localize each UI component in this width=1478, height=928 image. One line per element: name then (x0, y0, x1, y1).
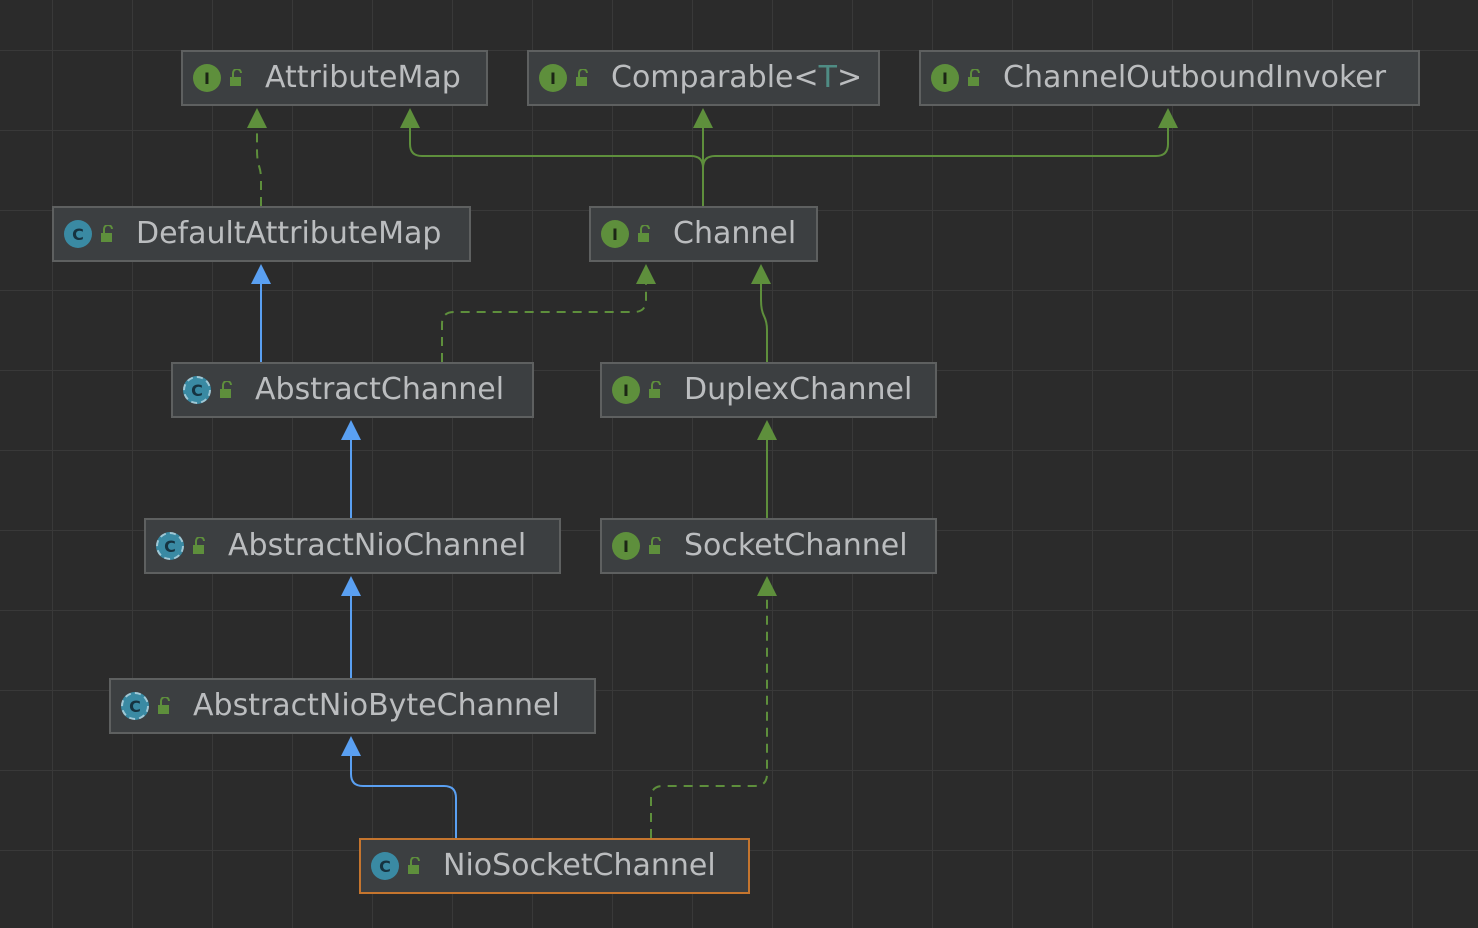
arrowhead (400, 108, 420, 128)
node-channel[interactable]: I Channel (589, 206, 818, 262)
edge-channel-channeloutboundinvoker (702, 128, 1169, 206)
node-defaultattributemap[interactable]: C DefaultAttributeMap (52, 206, 471, 262)
arrowhead (751, 264, 771, 284)
node-label: AttributeMap (265, 60, 461, 95)
arrowhead (341, 576, 361, 596)
edge-niosocketchannel-socketchannel (650, 596, 768, 838)
node-label: SocketChannel (684, 528, 908, 563)
node-attributemap[interactable]: I AttributeMap (181, 50, 488, 106)
node-comparable[interactable]: I Comparable<T> (527, 50, 880, 106)
open-lock-icon (158, 697, 170, 714)
arrowhead (341, 420, 361, 440)
interface-icon: I (193, 64, 221, 92)
inheritance-edges (247, 108, 1178, 838)
arrowhead (636, 264, 656, 284)
arrowhead (341, 736, 361, 756)
open-lock-icon (101, 225, 113, 242)
node-channeloutboundinvoker[interactable]: I ChannelOutboundInvoker (919, 50, 1420, 106)
arrowhead (757, 420, 777, 440)
node-abstractniobytechannel[interactable]: C AbstractNioByteChannel (109, 678, 596, 734)
interface-icon: I (931, 64, 959, 92)
arrowhead (757, 576, 777, 596)
arrowhead (247, 108, 267, 128)
open-lock-icon (576, 69, 588, 86)
class-icon: C (371, 852, 399, 880)
edge-niosocketchannel-abstractniobytechannel (350, 756, 457, 838)
class-icon: C (64, 220, 92, 248)
node-niosocketchannel[interactable]: C NioSocketChannel (359, 838, 750, 894)
interface-icon: I (539, 64, 567, 92)
node-label: DefaultAttributeMap (136, 216, 442, 251)
abstract-class-icon: C (121, 692, 149, 720)
node-label: Channel (673, 216, 797, 251)
interface-icon: I (612, 532, 640, 560)
open-lock-icon (230, 69, 242, 86)
node-abstractniochannel[interactable]: C AbstractNioChannel (144, 518, 561, 574)
node-label: AbstractNioByteChannel (193, 688, 560, 723)
arrowhead (251, 264, 271, 284)
edge-abstractchannel-channel (441, 284, 647, 362)
arrowhead (1158, 108, 1178, 128)
arrowhead (693, 108, 713, 128)
node-label: NioSocketChannel (443, 848, 716, 883)
edge-defaultattributemap-attributemap (256, 128, 262, 206)
open-lock-icon (408, 857, 420, 874)
abstract-class-icon: C (183, 376, 211, 404)
open-lock-icon (220, 381, 232, 398)
node-abstractchannel[interactable]: C AbstractChannel (171, 362, 534, 418)
abstract-class-icon: C (156, 532, 184, 560)
node-label: DuplexChannel (684, 372, 913, 407)
interface-icon: I (612, 376, 640, 404)
type-parameter: T (818, 60, 837, 95)
node-label: AbstractChannel (255, 372, 505, 407)
edge-channel-attributemap (409, 128, 704, 206)
node-label: Comparable<T> (611, 60, 863, 95)
edge-duplexchannel-channel (760, 284, 768, 362)
interface-icon: I (601, 220, 629, 248)
node-socketchannel[interactable]: I SocketChannel (600, 518, 937, 574)
node-label: AbstractNioChannel (228, 528, 527, 563)
open-lock-icon (649, 537, 661, 554)
open-lock-icon (193, 537, 205, 554)
open-lock-icon (649, 381, 661, 398)
open-lock-icon (968, 69, 980, 86)
open-lock-icon (638, 225, 650, 242)
node-label: ChannelOutboundInvoker (1003, 60, 1387, 95)
node-duplexchannel[interactable]: I DuplexChannel (600, 362, 937, 418)
